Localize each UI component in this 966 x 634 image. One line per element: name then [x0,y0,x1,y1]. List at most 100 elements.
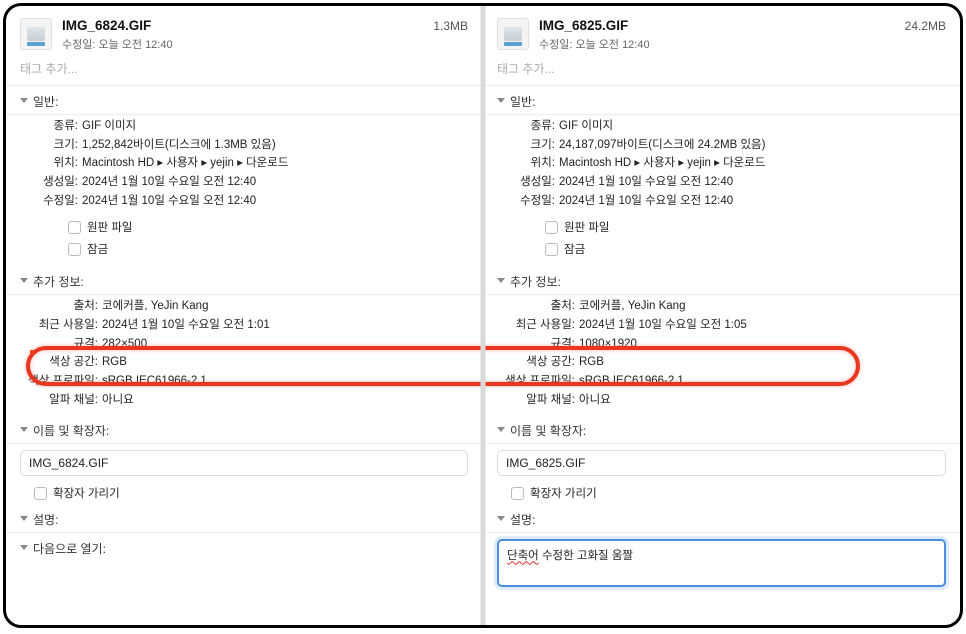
template-checkbox[interactable] [68,221,81,234]
label-kind: 종류: [497,118,559,135]
value-source: 코에커플, YeJin Kang [102,298,208,315]
label-modified: 수정일: [20,193,82,210]
value-size: 24,187,097바이트(디스크에 24.2MB 있음) [559,137,765,154]
description-text: 수정한 고화질 움짤 [539,550,633,562]
label-size: 크기: [497,137,559,154]
label-kind: 종류: [20,118,82,135]
section-name-ext[interactable]: 이름 및 확장자: [483,415,960,444]
disclosure-triangle-icon [20,278,28,283]
file-name: IMG_6825.GIF [539,18,895,33]
label-size: 크기: [20,137,82,154]
label-alpha: 알파 채널: [497,392,579,409]
label-colorspace: 색상 공간: [497,354,579,371]
section-general[interactable]: 일반: [6,86,482,115]
tag-field[interactable]: 태그 추가... [483,56,960,86]
section-extra[interactable]: 추가 정보: [483,266,960,295]
disclosure-triangle-icon [497,427,505,432]
file-size: 24.2MB [905,18,946,33]
locked-label: 잠금 [564,241,585,257]
disclosure-triangle-icon [497,278,505,283]
disclosure-triangle-icon [20,545,28,550]
hide-extension-label: 확장자 가리기 [53,485,120,501]
header: IMG_6825.GIF 수정일: 오늘 오전 12:40 24.2MB [483,6,960,56]
label-created: 생성일: [20,174,82,191]
section-description[interactable]: 설명: [483,504,960,533]
value-profile: sRGB IEC61966-2.1 [579,373,684,390]
name-extension-field[interactable]: IMG_6824.GIF [20,450,468,476]
name-extension-field[interactable]: IMG_6825.GIF [497,450,946,476]
value-modified: 2024년 1월 10일 수요일 오전 12:40 [559,193,733,210]
locked-checkbox[interactable] [545,243,558,256]
label-colorspace: 색상 공간: [20,354,102,371]
section-label: 다음으로 열기: [33,540,106,557]
info-panel-right: IMG_6825.GIF 수정일: 오늘 오전 12:40 24.2MB 태그 … [483,6,960,625]
file-name: IMG_6824.GIF [62,18,423,33]
label-source: 출처: [517,298,579,315]
file-thumbnail-icon [20,18,52,50]
tag-field[interactable]: 태그 추가... [6,56,482,86]
section-label: 설명: [33,511,58,528]
section-label: 일반: [33,93,58,110]
value-lastused: 2024년 1월 10일 수요일 오전 1:05 [579,317,747,334]
disclosure-triangle-icon [20,427,28,432]
modified-subtitle: 수정일: 오늘 오전 12:40 [539,36,895,52]
label-lastused: 최근 사용일: [20,317,102,334]
section-description[interactable]: 설명: [6,504,482,533]
label-source: 출처: [40,298,102,315]
value-alpha: 아니요 [102,392,134,409]
hide-extension-checkbox[interactable] [511,487,524,500]
template-checkbox[interactable] [545,221,558,234]
section-label: 일반: [510,93,535,110]
value-alpha: 아니요 [579,392,611,409]
template-label: 원판 파일 [87,219,133,235]
disclosure-triangle-icon [20,98,28,103]
disclosure-triangle-icon [497,98,505,103]
hide-extension-checkbox[interactable] [34,487,47,500]
hide-extension-label: 확장자 가리기 [530,485,597,501]
header: IMG_6824.GIF 수정일: 오늘 오전 12:40 1.3MB [6,6,482,56]
value-lastused: 2024년 1월 10일 수요일 오전 1:01 [102,317,270,334]
section-label: 이름 및 확장자: [33,422,109,439]
value-dimensions: 1080×1920 [579,336,637,353]
locked-label: 잠금 [87,241,108,257]
value-created: 2024년 1월 10일 수요일 오전 12:40 [559,174,733,191]
file-size: 1.3MB [433,18,468,33]
info-panel-left: IMG_6824.GIF 수정일: 오늘 오전 12:40 1.3MB 태그 추… [6,6,483,625]
value-colorspace: RGB [579,354,604,371]
label-dimensions: 규격: [40,336,102,353]
section-extra[interactable]: 추가 정보: [6,266,482,295]
value-modified: 2024년 1월 10일 수요일 오전 12:40 [82,193,256,210]
file-thumbnail-icon [497,18,529,50]
label-profile: 색상 프로파일: [497,373,579,390]
value-size: 1,252,842바이트(디스크에 1.3MB 있음) [82,137,276,154]
value-profile: sRGB IEC61966-2.1 [102,373,207,390]
label-profile: 색상 프로파일: [20,373,102,390]
panel-divider [481,6,486,625]
label-lastused: 최근 사용일: [497,317,579,334]
label-alpha: 알파 채널: [20,392,102,409]
label-dimensions: 규격: [517,336,579,353]
disclosure-triangle-icon [497,516,505,521]
description-text-misspelled: 단축어 [507,550,539,562]
label-where: 위치: [497,155,559,172]
disclosure-triangle-icon [20,516,28,521]
section-open-with[interactable]: 다음으로 열기: [6,533,482,561]
section-general[interactable]: 일반: [483,86,960,115]
value-source: 코에커플, YeJin Kang [579,298,685,315]
value-kind: GIF 이미지 [559,118,613,135]
section-name-ext[interactable]: 이름 및 확장자: [6,415,482,444]
value-colorspace: RGB [102,354,127,371]
section-label: 설명: [510,511,535,528]
value-where: Macintosh HD ▸ 사용자 ▸ yejin ▸ 다운로드 [559,155,765,172]
template-label: 원판 파일 [564,219,610,235]
label-modified: 수정일: [497,193,559,210]
section-label: 이름 및 확장자: [510,422,586,439]
value-dimensions: 282×500 [102,336,147,353]
value-kind: GIF 이미지 [82,118,136,135]
section-label: 추가 정보: [33,273,84,290]
locked-checkbox[interactable] [68,243,81,256]
section-label: 추가 정보: [510,273,561,290]
value-created: 2024년 1월 10일 수요일 오전 12:40 [82,174,256,191]
description-field[interactable]: 단축어 수정한 고화질 움짤 [497,539,946,587]
label-created: 생성일: [497,174,559,191]
